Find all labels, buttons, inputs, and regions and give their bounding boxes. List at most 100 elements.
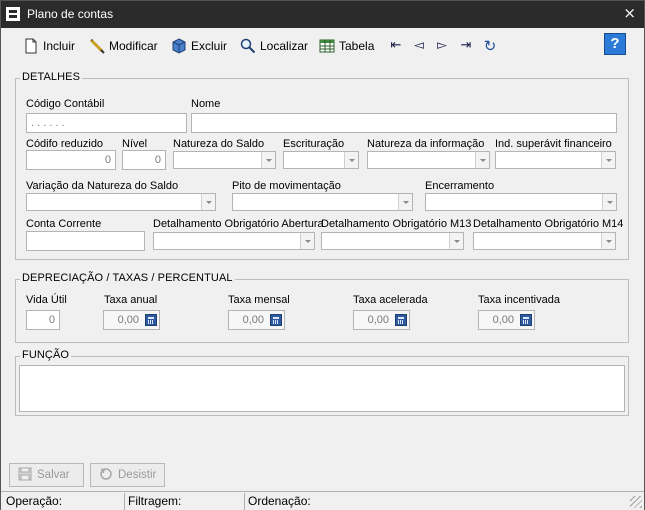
funcao-legend: FUNÇÃO	[20, 349, 72, 361]
localizar-button[interactable]: Localizar	[240, 37, 308, 55]
chevron-down-icon	[398, 194, 412, 210]
det-m14-select[interactable]	[473, 232, 616, 250]
taxa-acelerada-label: Taxa acelerada	[353, 294, 428, 306]
chevron-down-icon	[344, 152, 358, 168]
first-record-icon[interactable]: ⇤	[388, 38, 404, 54]
modificar-button[interactable]: Modificar	[89, 37, 158, 55]
det-abertura-select[interactable]	[153, 232, 315, 250]
conta-corrente-input[interactable]	[26, 231, 145, 251]
next-record-icon[interactable]: ▻	[434, 38, 450, 54]
variacao-natureza-label: Variação da Natureza do Saldo	[26, 180, 179, 192]
vida-util-label: Vida Útil	[26, 294, 67, 306]
chevron-down-icon	[601, 152, 615, 168]
taxa-mensal-label: Taxa mensal	[228, 294, 290, 306]
taxa-mensal-input[interactable]: 0,00	[228, 310, 285, 330]
last-record-icon[interactable]: ⇥	[458, 38, 474, 54]
natureza-informacao-select[interactable]	[367, 151, 490, 169]
escrituracao-select[interactable]	[283, 151, 359, 169]
nome-label: Nome	[191, 98, 221, 110]
box-delete-icon	[171, 38, 187, 54]
plano-de-contas-window: Plano de contas × Incluir Modificar Excl…	[0, 0, 645, 510]
desistir-label: Desistir	[118, 469, 157, 481]
app-icon	[6, 7, 20, 21]
help-button[interactable]: ?	[604, 33, 626, 55]
codigo-reduzido-input[interactable]: 0	[26, 150, 116, 170]
undo-icon	[99, 467, 113, 484]
excluir-button[interactable]: Excluir	[171, 37, 227, 55]
close-button[interactable]: ×	[623, 5, 636, 21]
encerramento-label: Encerramento	[425, 180, 495, 192]
natureza-saldo-select[interactable]	[173, 151, 276, 169]
save-icon	[18, 467, 32, 484]
escrituracao-label: Escrituração	[283, 138, 345, 150]
det-m13-select[interactable]	[321, 232, 464, 250]
taxa-acelerada-input[interactable]: 0,00	[353, 310, 410, 330]
taxa-incentivada-input[interactable]: 0,00	[478, 310, 535, 330]
calculator-icon[interactable]	[520, 314, 532, 326]
codigo-reduzido-label: Códifo reduzido	[26, 138, 104, 150]
incluir-button[interactable]: Incluir	[23, 37, 75, 55]
ind-superavit-select[interactable]	[495, 151, 616, 169]
conta-corrente-label: Conta Corrente	[26, 218, 102, 230]
tabela-label: Tabela	[339, 39, 375, 53]
search-icon	[240, 38, 256, 54]
taxa-anual-value: 0,00	[117, 314, 139, 326]
operacao-status: Operação:	[6, 494, 63, 508]
funcao-textarea[interactable]	[19, 365, 625, 412]
tipo-movimentacao-select[interactable]	[232, 193, 413, 211]
excluir-label: Excluir	[191, 39, 228, 53]
encerramento-select[interactable]	[425, 193, 617, 211]
pencil-icon	[89, 38, 105, 54]
taxa-anual-input[interactable]: 0,00	[103, 310, 160, 330]
status-bar: Operação: Filtragem: Ordenação:	[1, 491, 644, 510]
new-document-icon	[23, 38, 39, 54]
depreciacao-legend: DEPRECIAÇÃO / TAXAS / PERCENTUAL	[20, 272, 235, 284]
taxa-anual-label: Taxa anual	[104, 294, 158, 306]
incluir-label: Incluir	[43, 39, 76, 53]
resize-grip-icon[interactable]	[630, 496, 642, 508]
refresh-icon[interactable]: ↻	[482, 38, 498, 54]
chevron-down-icon	[449, 233, 463, 249]
nome-input[interactable]	[191, 113, 617, 133]
vida-util-input[interactable]: 0	[26, 310, 60, 330]
table-icon	[319, 38, 335, 54]
variacao-natureza-select[interactable]	[26, 193, 216, 211]
chevron-down-icon	[300, 233, 314, 249]
desistir-button[interactable]: Desistir	[90, 463, 165, 487]
calculator-icon[interactable]	[270, 314, 282, 326]
codigo-contabil-input[interactable]: . . . . . .	[26, 113, 187, 133]
status-divider	[124, 493, 125, 510]
det-m14-label: Detalhamento Obrigatório M14	[473, 218, 624, 230]
taxa-incentivada-label: Taxa incentivada	[478, 294, 560, 306]
detalhes-legend: DETALHES	[20, 71, 83, 83]
chevron-down-icon	[201, 194, 215, 210]
title-bar: Plano de contas ×	[1, 1, 644, 28]
det-abertura-label: Detalhamento Obrigatório Abertura	[153, 218, 324, 230]
chevron-down-icon	[261, 152, 275, 168]
chevron-down-icon	[475, 152, 489, 168]
det-m13-label: Detalhamento Obrigatório M13	[321, 218, 472, 230]
nivel-input[interactable]: 0	[122, 150, 166, 170]
calculator-icon[interactable]	[145, 314, 157, 326]
taxa-mensal-value: 0,00	[242, 314, 264, 326]
window-title: Plano de contas	[27, 7, 114, 21]
status-divider	[244, 493, 245, 510]
ind-superavit-label: Ind. superávit financeiro	[495, 138, 612, 150]
salvar-label: Salvar	[37, 469, 70, 481]
taxa-acelerada-value: 0,00	[367, 314, 389, 326]
nivel-label: Nível	[122, 138, 148, 150]
salvar-button[interactable]: Salvar	[9, 463, 84, 487]
filtragem-status: Filtragem:	[128, 494, 182, 508]
codigo-contabil-label: Código Contábil	[26, 98, 105, 110]
previous-record-icon[interactable]: ◅	[411, 38, 427, 54]
toolbar: Incluir Modificar Excluir Localizar Tabe…	[1, 28, 644, 62]
natureza-saldo-label: Natureza do Saldo	[173, 138, 265, 150]
chevron-down-icon	[601, 233, 615, 249]
modificar-label: Modificar	[109, 39, 158, 53]
natureza-informacao-label: Natureza da informação	[367, 138, 485, 150]
tabela-button[interactable]: Tabela	[319, 37, 374, 55]
calculator-icon[interactable]	[395, 314, 407, 326]
chevron-down-icon	[602, 194, 616, 210]
tipo-movimentacao-label: Pito de movimentação	[232, 180, 341, 192]
ordenacao-status: Ordenação:	[248, 494, 311, 508]
